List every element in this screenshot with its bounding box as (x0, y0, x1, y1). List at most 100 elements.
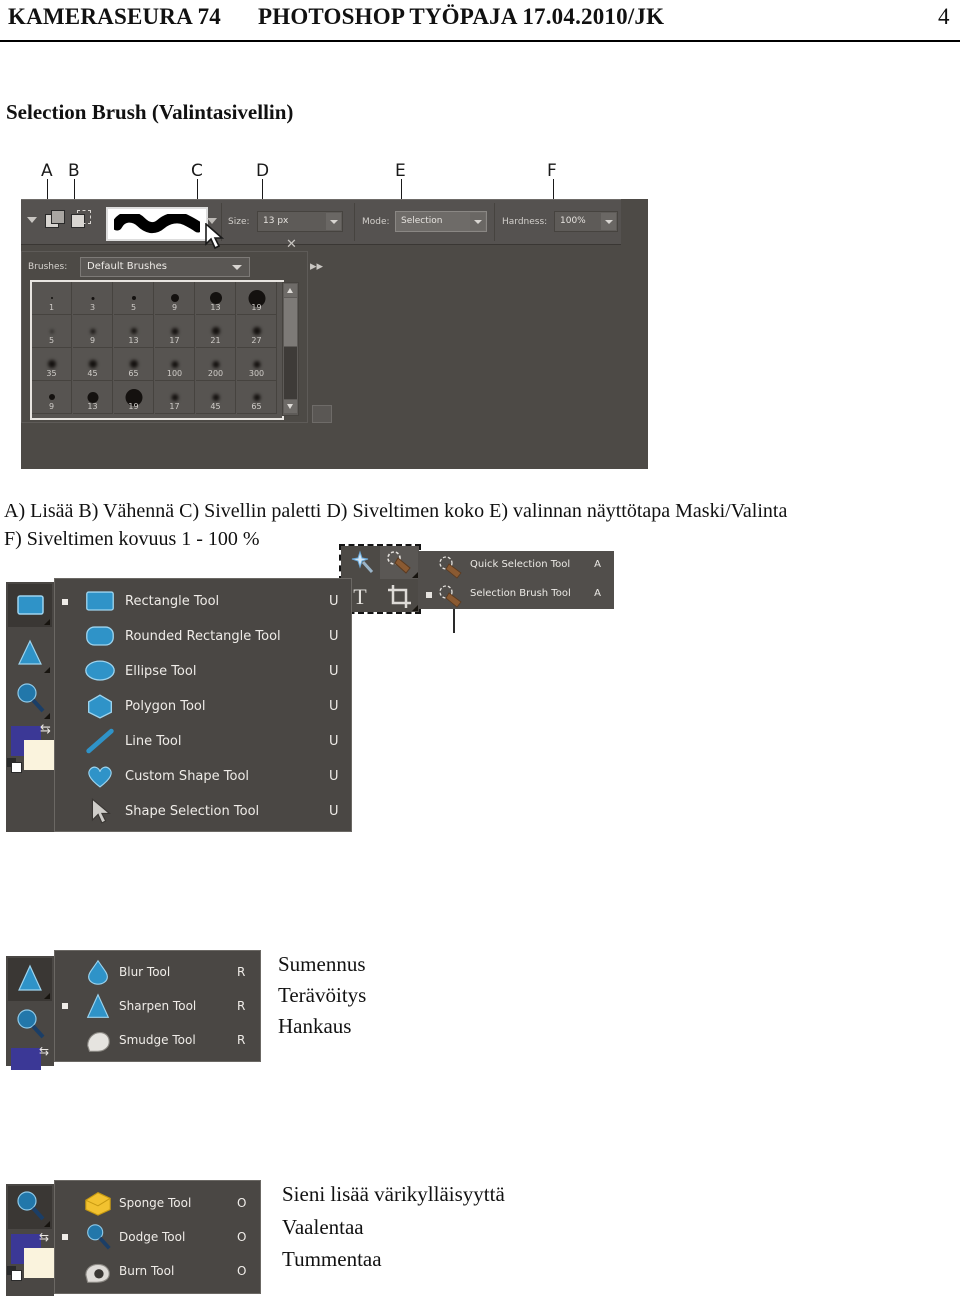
selection-tool-flyout[interactable]: Quick Selection Tool A Selection Brush Too… (418, 551, 614, 609)
brush-preset-cell[interactable]: 65 (237, 381, 277, 414)
brush-preset-cell[interactable]: 65 (114, 348, 154, 381)
menu-item[interactable]: Polygon Tool U (55, 689, 351, 724)
swap-colors-icon[interactable]: ⇆ (40, 722, 51, 737)
shape-tool-flyout-menu[interactable]: Rectangle Tool U Rounded Rectangle Tool U El… (54, 578, 352, 832)
brush-preset-preview[interactable] (106, 207, 208, 241)
brush-preset-cell[interactable]: 13 (114, 315, 154, 348)
swap-colors-icon-3[interactable]: ⇆ (39, 1230, 49, 1244)
brush-preset-cell[interactable]: 19 (114, 381, 154, 414)
close-icon[interactable]: ✕ (286, 237, 297, 252)
flyout-leader-line (453, 609, 455, 633)
brush-size-label: 3 (89, 303, 96, 312)
size-label: Size: (228, 217, 250, 227)
brush-size-label: 19 (251, 303, 262, 312)
brushes-panel: Brushes: Default Brushes 1 3 5 9 13 19 5 9 13 17 2… (21, 251, 308, 423)
brush-preset-cell[interactable]: 300 (237, 348, 277, 381)
add-to-selection-icon[interactable] (45, 210, 65, 232)
sponge-tool-flyout-menu[interactable]: Sponge Tool O Dodge Tool O Burn Tool O (54, 1180, 261, 1294)
hardness-field[interactable]: 100% (554, 211, 618, 232)
page-title: Selection Brush (Valintasivellin) (6, 100, 294, 124)
brush-preset-cell[interactable]: 21 (196, 315, 236, 348)
brush-preset-cell[interactable]: 5 (114, 282, 154, 315)
brush-dot-icon (171, 360, 178, 368)
brush-preset-cell[interactable]: 9 (73, 315, 113, 348)
hardness-value: 100% (560, 216, 586, 226)
heart-icon (88, 766, 112, 788)
mode-field[interactable]: Selection (395, 211, 487, 232)
toolbox-gradient-tool[interactable] (8, 632, 52, 675)
brush-preset-cell[interactable]: 17 (155, 315, 195, 348)
size-dropdown-icon[interactable] (326, 213, 341, 230)
brush-preset-cell[interactable]: 17 (155, 381, 195, 414)
scrollbar-thumb[interactable] (284, 298, 297, 346)
selection-brush-tool[interactable] (380, 546, 419, 579)
brush-preset-cell[interactable]: 13 (73, 381, 113, 414)
options-bar-handle-icon[interactable] (27, 217, 37, 223)
swap-colors-icon-2[interactable]: ⇆ (39, 1044, 49, 1058)
menu-item[interactable]: Smudge Tool R (55, 1023, 260, 1057)
brush-preset-cell[interactable]: 100 (155, 348, 195, 381)
menu-item-label: Dodge Tool (119, 1230, 186, 1244)
subtract-from-selection-icon[interactable] (71, 210, 91, 232)
menu-item[interactable]: Line Tool U (55, 724, 351, 759)
toolbox-dodge-tool[interactable] (8, 678, 52, 721)
flyout-menu-item[interactable]: Selection Brush Tool A (418, 580, 614, 609)
menu-item-shortcut: U (329, 664, 339, 679)
brush-dot-icon (171, 327, 178, 335)
flyout-menu-item[interactable]: Quick Selection Tool A (418, 551, 614, 580)
brush-preset-cell[interactable]: 45 (196, 381, 236, 414)
background-color-swatch-3[interactable] (24, 1248, 54, 1278)
brush-size-label: 65 (251, 402, 262, 411)
brush-grid-scrollbar[interactable] (282, 282, 299, 416)
menu-item[interactable]: Sponge Tool O (55, 1186, 260, 1220)
quick-selection-icon (439, 556, 462, 579)
brush-preset-select[interactable]: Default Brushes (80, 257, 250, 277)
menu-item[interactable]: Rectangle Tool U (55, 584, 351, 619)
callout-letter-e: E (395, 161, 406, 181)
background-color-swatch[interactable] (24, 740, 54, 770)
brush-preset-cell[interactable]: 9 (155, 282, 195, 315)
mode-dropdown-icon[interactable] (470, 213, 485, 230)
toolbox-sharpen-tool[interactable] (8, 958, 52, 1001)
blur-tool-flyout-menu[interactable]: Blur Tool R Sharpen Tool R Smudge Tool R (54, 950, 261, 1062)
brush-preset-cell[interactable]: 27 (237, 315, 277, 348)
brush-preset-cell[interactable]: 5 (32, 315, 72, 348)
finger-icon (87, 1031, 110, 1052)
hardness-dropdown-icon[interactable] (601, 213, 616, 230)
toolbox-dodge-tool-2[interactable] (8, 1004, 52, 1047)
menu-item[interactable]: Sharpen Tool R (55, 989, 260, 1023)
menu-item[interactable]: Rounded Rectangle Tool U (55, 619, 351, 654)
brush-size-label: 13 (128, 336, 139, 345)
scrollbar-track[interactable] (284, 347, 297, 399)
foreground-color-swatch-2[interactable] (11, 1048, 41, 1070)
menu-item[interactable]: Blur Tool R (55, 955, 260, 989)
toolbox-dodge-tool-3[interactable] (8, 1186, 52, 1229)
selected-marker-icon (426, 592, 432, 598)
menu-item-label: Custom Shape Tool (125, 769, 250, 784)
menu-item[interactable]: Shape Selection Tool U (55, 794, 351, 829)
brush-grid[interactable]: 1 3 5 9 13 19 5 9 13 17 21 27 35 45 65 100 200 300 9 13 19 17… (30, 280, 284, 420)
brush-preset-cell[interactable]: 200 (196, 348, 236, 381)
menu-item[interactable]: Dodge Tool O (55, 1220, 260, 1254)
scroll-down-button[interactable] (284, 400, 297, 413)
brush-preset-cell[interactable]: 19 (237, 282, 277, 315)
brush-size-label: 9 (48, 402, 55, 411)
brush-preset-cell[interactable]: 35 (32, 348, 72, 381)
brush-preset-cell[interactable]: 1 (32, 282, 72, 315)
scroll-up-button[interactable] (284, 284, 297, 297)
brush-size-label: 27 (251, 336, 262, 345)
menu-item[interactable]: Ellipse Tool U (55, 654, 351, 689)
crop-tool[interactable] (380, 579, 419, 612)
menu-item[interactable]: Custom Shape Tool U (55, 759, 351, 794)
brush-preset-cell[interactable]: 13 (196, 282, 236, 315)
brush-preset-cell[interactable]: 9 (32, 381, 72, 414)
size-field[interactable]: 13 px (257, 211, 343, 232)
collapse-panel-icon[interactable]: ▸▸ (310, 259, 323, 274)
translation-sponge: Sieni lisää värikylläisyyttä (282, 1182, 505, 1206)
brush-preset-cell[interactable]: 45 (73, 348, 113, 381)
toolbox-rectangle-tool[interactable] (8, 584, 52, 627)
brush-preset-cell[interactable]: 3 (73, 282, 113, 315)
magic-wand-tool[interactable] (341, 546, 380, 579)
menu-item[interactable]: Burn Tool O (55, 1254, 260, 1288)
panel-corner-button[interactable] (312, 405, 332, 423)
